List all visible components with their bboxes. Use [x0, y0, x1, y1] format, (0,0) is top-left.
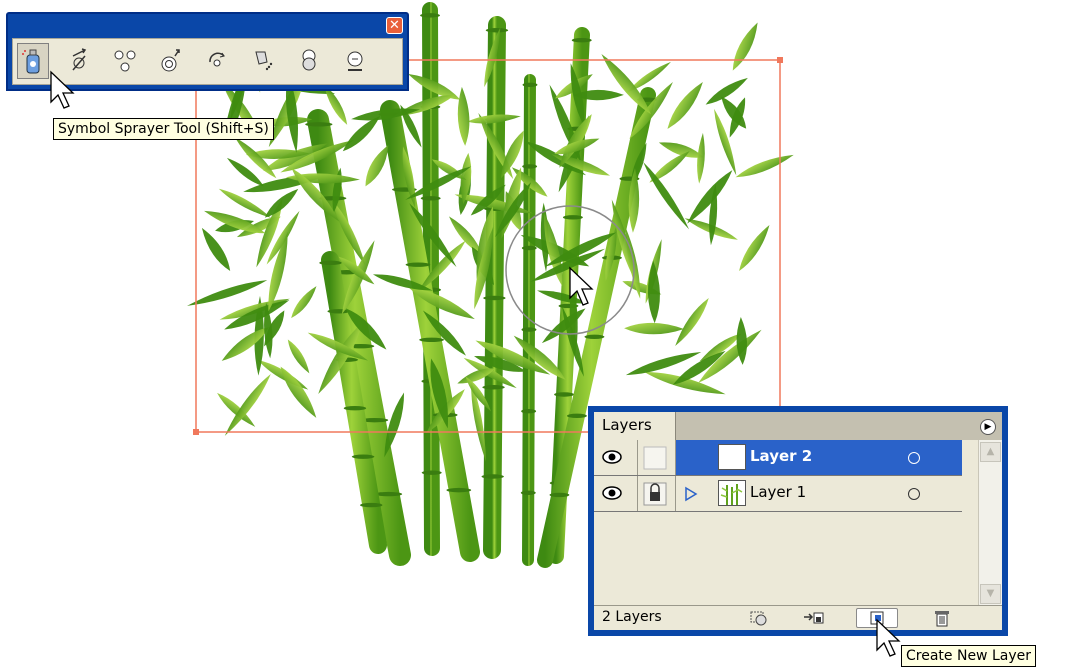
bamboo-node: [521, 409, 537, 414]
layer-name: Layer 2: [750, 447, 813, 465]
bamboo-node: [420, 13, 440, 18]
target-icon[interactable]: [908, 452, 920, 464]
layer-thumbnail: [718, 480, 746, 506]
bamboo-leaf: [647, 260, 660, 324]
bamboo-node: [446, 487, 472, 493]
bamboo-stalk: [483, 16, 506, 559]
bamboo-leaf: [697, 132, 705, 184]
bamboo-node: [521, 327, 537, 332]
bamboo-node: [319, 260, 342, 266]
scroll-up-icon[interactable]: ▲: [980, 442, 1001, 462]
scroll-down-icon[interactable]: ▼: [980, 584, 1001, 604]
visibility-toggle[interactable]: [594, 440, 638, 475]
bamboo-node: [481, 474, 504, 479]
bamboo-node: [351, 454, 375, 459]
symbol-stainer-tool-icon[interactable]: [247, 43, 279, 79]
symbol-styler-tool-icon[interactable]: [339, 43, 371, 79]
bamboo-stalk: [307, 109, 411, 566]
bamboo-leaf: [280, 366, 317, 418]
bamboo-node: [483, 295, 506, 301]
lock-toggle[interactable]: [638, 440, 676, 475]
lock-icon: [643, 482, 667, 506]
bamboo-node: [562, 215, 583, 220]
bamboo-node: [584, 334, 605, 339]
target-icon[interactable]: [908, 488, 920, 500]
symbol-sprayer-tool-icon[interactable]: [17, 43, 49, 79]
make-clipping-mask-icon[interactable]: [744, 608, 772, 628]
tab-layers[interactable]: Layers: [594, 412, 676, 440]
bamboo-node: [374, 491, 403, 497]
layer-name-cell[interactable]: Layer 2: [676, 440, 962, 475]
bamboo-leaf: [624, 322, 685, 335]
bamboo-leaf: [736, 316, 747, 365]
bamboo-leaf: [457, 86, 470, 146]
layers-panel[interactable]: Layers ▶ Layer 2 Layer 1 ▲ ▼ 2 Layers: [588, 406, 1008, 636]
layer-name-cell[interactable]: Layer 1: [676, 476, 962, 511]
bamboo-node: [567, 413, 587, 419]
bamboo-node: [520, 490, 536, 495]
expand-triangle-icon[interactable]: [684, 486, 698, 502]
bamboo-leaf: [675, 297, 709, 347]
tooltip-symbol-sprayer: Symbol Sprayer Tool (Shift+S): [53, 118, 274, 140]
bamboo-node: [420, 196, 441, 201]
bamboo-node: [305, 122, 333, 127]
bamboo-node: [405, 262, 431, 267]
visibility-toggle[interactable]: [594, 476, 638, 511]
layer-row[interactable]: Layer 2: [594, 440, 962, 476]
panel-menu-icon[interactable]: ▶: [980, 419, 996, 435]
bamboo-node: [482, 385, 505, 390]
bamboo-leaf: [201, 227, 231, 271]
symbol-scruncher-tool-icon[interactable]: [109, 43, 141, 79]
pointer-cursor-icon: [50, 70, 75, 109]
tooltip-create-new-layer: Create New Layer: [901, 645, 1036, 667]
palette-titlebar[interactable]: ✕: [8, 14, 407, 35]
bamboo-node: [419, 337, 444, 343]
bamboo-leaf: [735, 154, 794, 178]
eye-icon: [602, 450, 622, 464]
panel-footer: 2 Layers: [594, 605, 1002, 630]
lock-toggle[interactable]: [638, 476, 676, 511]
symbol-sizer-tool-icon[interactable]: [155, 43, 187, 79]
create-sublayer-icon[interactable]: [800, 608, 828, 628]
empty-lock-slot-icon: [643, 446, 667, 470]
bamboo-node: [360, 502, 383, 508]
bamboo-leaf: [732, 22, 758, 71]
symbol-spinner-tool-icon[interactable]: [201, 43, 233, 79]
layer-count: 2 Layers: [602, 609, 662, 625]
delete-layer-icon[interactable]: [928, 608, 956, 628]
bamboo-leaf: [739, 225, 770, 272]
layer-name: Layer 1: [750, 483, 807, 501]
panel-tab-bar: Layers ▶: [594, 412, 1002, 440]
layers-scrollbar[interactable]: ▲ ▼: [978, 440, 1002, 606]
bamboo-node: [549, 492, 570, 498]
close-icon[interactable]: ✕: [386, 17, 403, 34]
symbol-screener-tool-icon[interactable]: [293, 43, 325, 79]
bamboo-leaf: [287, 339, 310, 374]
layer-row[interactable]: Layer 1: [594, 476, 962, 512]
bamboo-node: [554, 392, 574, 397]
pointer-cursor-icon: [876, 618, 901, 657]
bamboo-node: [343, 406, 367, 411]
bamboo-node: [421, 470, 442, 475]
eye-icon: [602, 486, 622, 500]
bamboo-node: [485, 28, 509, 33]
bamboo-node: [522, 164, 538, 169]
bamboo-node: [521, 245, 537, 251]
bamboo-node: [571, 38, 592, 43]
bamboo-node: [522, 82, 538, 88]
bamboo-leaf: [291, 286, 317, 319]
layer-thumbnail: [718, 444, 746, 470]
